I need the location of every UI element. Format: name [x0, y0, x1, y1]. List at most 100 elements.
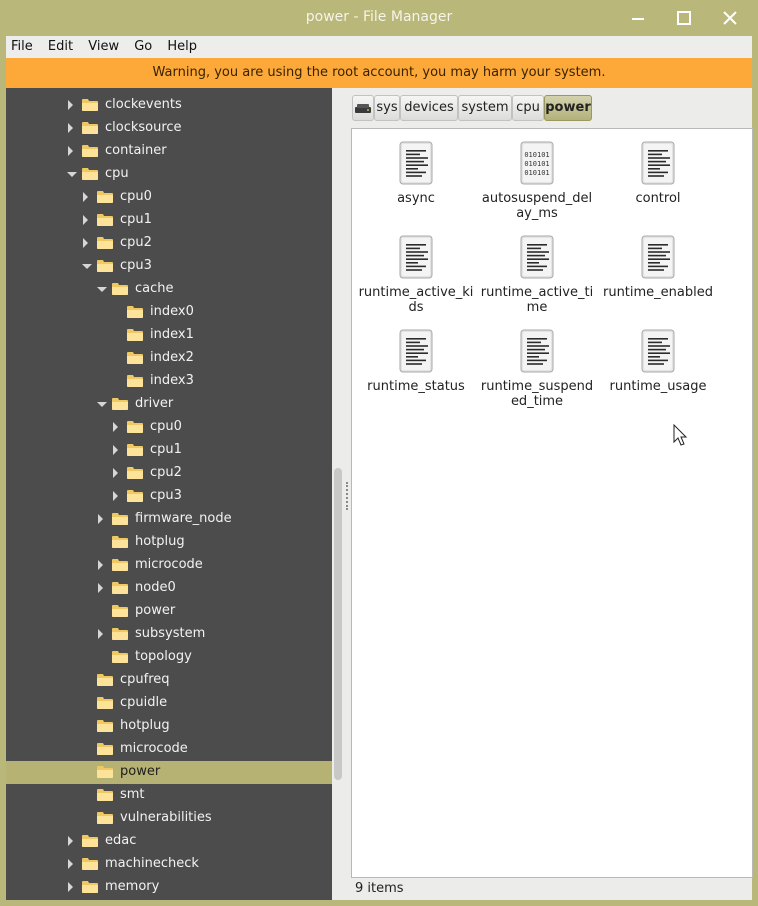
folder-icon: [127, 421, 143, 433]
tree-item[interactable]: smt: [6, 784, 332, 807]
tree-item[interactable]: power: [6, 761, 332, 784]
tree-item[interactable]: edac: [6, 830, 332, 853]
chevron-right-icon[interactable]: [98, 629, 103, 639]
chevron-right-icon[interactable]: [83, 192, 88, 202]
tree-item[interactable]: cpu2: [6, 232, 332, 255]
menu-file[interactable]: File: [6, 36, 39, 54]
tree-item[interactable]: power: [6, 600, 332, 623]
tree-item[interactable]: driver: [6, 393, 332, 416]
tree-item[interactable]: node0: [6, 577, 332, 600]
tree-item[interactable]: microcode: [6, 738, 332, 761]
tree-item[interactable]: cpu0: [6, 186, 332, 209]
folder-icon: [82, 835, 98, 847]
text-file-icon: [520, 329, 554, 373]
breadcrumb-sys[interactable]: sys: [374, 95, 400, 121]
chevron-right-icon[interactable]: [68, 859, 73, 869]
chevron-right-icon[interactable]: [113, 468, 118, 478]
tree-item-label: topology: [135, 649, 192, 664]
chevron-right-icon[interactable]: [113, 491, 118, 501]
breadcrumb-power[interactable]: power: [544, 95, 592, 121]
tree-item[interactable]: cpu1: [6, 439, 332, 462]
folder-icon: [97, 697, 113, 709]
tree-item[interactable]: index0: [6, 301, 332, 324]
tree-item[interactable]: cpu3: [6, 485, 332, 508]
chevron-right-icon[interactable]: [83, 238, 88, 248]
breadcrumb-devices[interactable]: devices: [400, 95, 458, 121]
tree-item[interactable]: machinecheck: [6, 853, 332, 876]
folder-icon: [112, 513, 128, 525]
chevron-right-icon[interactable]: [68, 123, 73, 133]
mouse-cursor-icon: [673, 424, 688, 446]
tree-item-label: index2: [150, 350, 194, 365]
tree-item-label: clocksource: [105, 120, 182, 135]
tree-item[interactable]: cache: [6, 278, 332, 301]
menu-view[interactable]: View: [83, 36, 125, 54]
tree-item[interactable]: hotplug: [6, 715, 332, 738]
maximize-icon[interactable]: [674, 8, 694, 28]
chevron-right-icon[interactable]: [68, 100, 73, 110]
folder-icon: [97, 237, 113, 249]
tree-item[interactable]: topology: [6, 646, 332, 669]
tree-item[interactable]: firmware_node: [6, 508, 332, 531]
minimize-icon[interactable]: [628, 8, 648, 28]
breadcrumb-drive[interactable]: [352, 95, 374, 121]
chevron-down-icon[interactable]: [97, 402, 107, 407]
tree-item[interactable]: container: [6, 140, 332, 163]
chevron-right-icon[interactable]: [98, 514, 103, 524]
menu-edit[interactable]: Edit: [43, 36, 79, 54]
tree-item-label: power: [135, 603, 176, 618]
tree-item-label: smt: [120, 787, 145, 802]
chevron-down-icon[interactable]: [97, 287, 107, 292]
tree-item[interactable]: index3: [6, 370, 332, 393]
tree-item[interactable]: cpu2: [6, 462, 332, 485]
chevron-right-icon[interactable]: [68, 146, 73, 156]
chevron-right-icon[interactable]: [98, 560, 103, 570]
tree-item[interactable]: cpufreq: [6, 669, 332, 692]
file-item[interactable]: runtime_status: [357, 317, 475, 405]
file-item[interactable]: async: [357, 129, 475, 217]
file-item[interactable]: runtime_suspended_time: [478, 317, 596, 409]
tree-item-label: machinecheck: [105, 856, 199, 871]
tree-item[interactable]: cpu0: [6, 416, 332, 439]
folder-icon: [112, 283, 128, 295]
tree-item[interactable]: index1: [6, 324, 332, 347]
folder-icon: [112, 536, 128, 548]
tree-item-label: cpu0: [150, 419, 182, 434]
tree-item[interactable]: memory: [6, 876, 332, 899]
tree-item[interactable]: index2: [6, 347, 332, 370]
tree-scrollbar-thumb[interactable]: [334, 468, 342, 780]
chevron-right-icon[interactable]: [68, 836, 73, 846]
tree-item[interactable]: microcode: [6, 554, 332, 577]
tree-item[interactable]: vulnerabilities: [6, 807, 332, 830]
tree-item[interactable]: subsystem: [6, 623, 332, 646]
file-item[interactable]: runtime_active_time: [478, 223, 596, 315]
menu-go[interactable]: Go: [129, 36, 158, 54]
chevron-right-icon[interactable]: [83, 215, 88, 225]
tree-item[interactable]: clockevents: [6, 94, 332, 117]
chevron-right-icon[interactable]: [113, 445, 118, 455]
menu-help[interactable]: Help: [162, 36, 203, 54]
file-item[interactable]: 010101 010101 010101 autosuspend_delay_ms: [478, 129, 596, 221]
tree-item[interactable]: cpu: [6, 163, 332, 186]
file-item[interactable]: control: [599, 129, 717, 217]
file-item[interactable]: runtime_active_kids: [357, 223, 475, 315]
tree-item-label: hotplug: [120, 718, 170, 733]
tree-item[interactable]: hotplug: [6, 531, 332, 554]
tree-item[interactable]: cpu3: [6, 255, 332, 278]
tree-item[interactable]: cpu1: [6, 209, 332, 232]
tree-item[interactable]: cpuidle: [6, 692, 332, 715]
file-item[interactable]: runtime_usage: [599, 317, 717, 405]
breadcrumb-cpu[interactable]: cpu: [512, 95, 544, 121]
file-item[interactable]: runtime_enabled: [599, 223, 717, 311]
chevron-down-icon[interactable]: [82, 264, 92, 269]
breadcrumb-system[interactable]: system: [458, 95, 512, 121]
binary-file-icon: 010101010101010101: [520, 141, 554, 185]
chevron-right-icon[interactable]: [98, 583, 103, 593]
close-icon[interactable]: [720, 8, 740, 28]
chevron-right-icon[interactable]: [113, 422, 118, 432]
tree-item[interactable]: clocksource: [6, 117, 332, 140]
chevron-down-icon[interactable]: [67, 172, 77, 177]
folder-icon: [127, 467, 143, 479]
chevron-right-icon[interactable]: [68, 882, 73, 892]
file-name: runtime_suspended_time: [480, 379, 594, 409]
